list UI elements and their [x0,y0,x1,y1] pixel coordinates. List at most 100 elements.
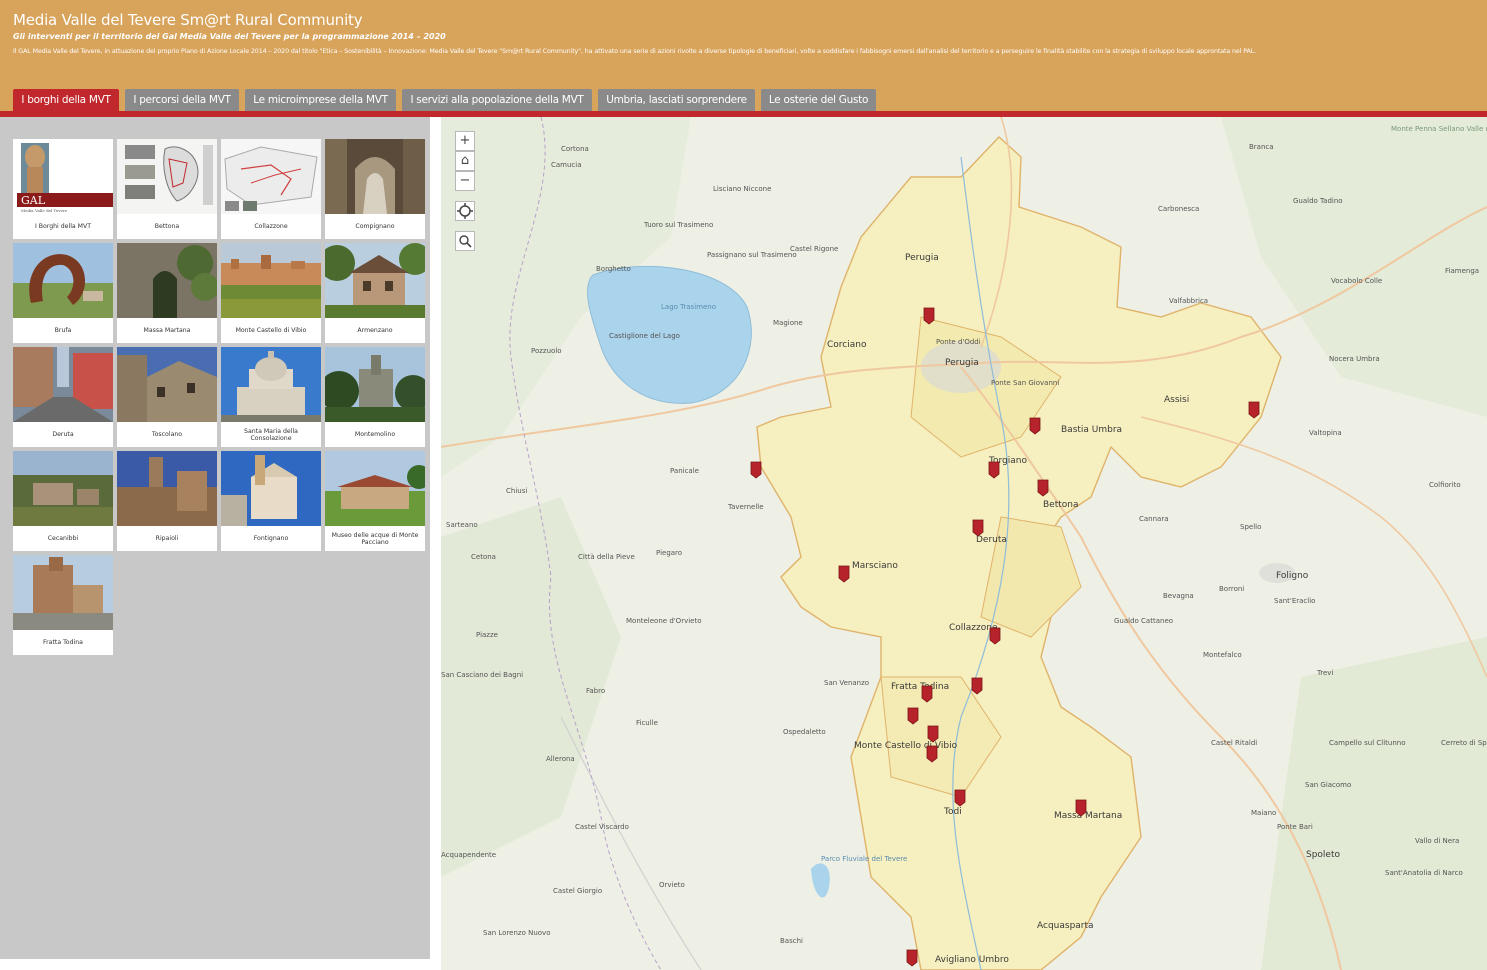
map-label: Bastia Umbra [1061,425,1123,435]
search-icon [459,235,472,248]
map-marker-icon[interactable] [926,745,938,763]
map-label: Sant'Anatolia di Narco [1385,869,1463,877]
map-label: Assisi [1164,395,1190,405]
map-label: Cetona [471,553,496,561]
map-marker-icon[interactable] [971,677,983,695]
gallery-thumb [13,347,113,422]
gallery-card[interactable]: Bettona [117,139,217,239]
map-marker-icon[interactable] [1029,417,1041,435]
map-label: Borghetto [596,265,631,273]
map-marker-icon[interactable] [927,725,939,743]
map-label: Fabro [586,687,606,695]
tab-osterie[interactable]: Le osterie del Gusto [761,89,876,111]
map-label: Borroni [1219,585,1245,593]
gallery-thumb [117,347,217,422]
gallery-card[interactable]: Montemolino [325,347,425,447]
locate-button[interactable] [455,201,475,221]
map-label: Gualdo Tadino [1293,197,1343,205]
map-label: Passignano sul Trasimeno [707,251,797,259]
gallery-card[interactable]: Cecanibbi [13,451,113,551]
map-marker-icon[interactable] [906,949,918,967]
map-marker-icon[interactable] [923,307,935,325]
map-label: San Venanzo [824,679,870,687]
map-label: Sant'Eraclio [1274,597,1316,605]
gallery-card[interactable]: Fontignano [221,451,321,551]
map-view[interactable]: + ⌂ − Perugia Perugia Corciano Assisi Ba… [441,117,1487,970]
gallery-caption: Monte Castello di Vibio [235,327,307,334]
map-marker-icon[interactable] [907,707,919,725]
tab-servizi[interactable]: I servizi alla popolazione della MVT [402,89,592,111]
map-label: Perugia [945,358,979,368]
gallery-caption: Massa Martana [143,327,191,334]
search-button[interactable] [455,231,475,251]
map-label: Cortona [561,145,589,153]
gallery-card[interactable]: Toscolano [117,347,217,447]
gallery-caption: Deruta [52,431,74,438]
gallery-card[interactable]: Massa Martana [117,243,217,343]
map-label: Fiamenga [1445,267,1480,275]
map-label: Tavernelle [728,503,764,511]
tab-percorsi[interactable]: I percorsi della MVT [125,89,239,111]
gallery-card[interactable]: Ripaioli [117,451,217,551]
map-label: Ospedaletto [783,728,826,736]
tab-umbria[interactable]: Umbria, lasciati sorprendere [598,89,755,111]
map-label: Chiusi [506,487,528,495]
gallery-thumb [117,243,217,318]
gallery-card[interactable]: Collazzone [221,139,321,239]
map-label: Vocabolo Colle [1331,277,1383,285]
gallery-card[interactable]: Fratta Todina [13,555,113,655]
map-label: Pozzuolo [531,347,562,355]
tab-bar: I borghi della MVT I percorsi della MVT … [0,89,1487,112]
map-label: Bettona [1043,500,1079,510]
map-label: Cerreto di Spoleto [1441,739,1487,747]
map-marker-icon[interactable] [1075,799,1087,817]
map-label: Lago Trasimeno [661,303,716,311]
map-marker-icon[interactable] [988,461,1000,479]
map-marker-icon[interactable] [921,685,933,703]
gallery-card[interactable]: Santa Maria della Consolazione [221,347,321,447]
map-label: Gualdo Cattaneo [1114,617,1174,625]
home-button[interactable]: ⌂ [455,151,475,171]
gal-logo-image: GAL Media Valle del Tevere [17,143,113,213]
map-label: Spello [1240,523,1262,531]
gallery-card[interactable]: Museo delle acque di Monte Pacciano [325,451,425,551]
map-marker-icon[interactable] [838,565,850,583]
map-canvas[interactable] [441,117,1487,970]
zoom-out-button[interactable]: − [455,171,475,191]
map-label: Avigliano Umbro [935,955,1009,965]
gallery-card[interactable]: Deruta [13,347,113,447]
gallery-card[interactable]: Compignano [325,139,425,239]
map-marker-icon[interactable] [1248,401,1260,419]
map-label: Castel Rigone [790,245,839,253]
map-label: Spoleto [1306,850,1341,860]
map-label: Monteleone d'Orvieto [626,617,702,625]
zoom-in-button[interactable]: + [455,131,475,151]
gallery-caption: Montemolino [354,431,396,438]
map-label: Foligno [1276,571,1309,581]
map-label: Baschi [780,937,803,945]
gallery-caption: Toscolano [151,431,183,438]
tab-microimprese[interactable]: Le microimprese della MVT [245,89,396,111]
map-marker-icon[interactable] [989,627,1001,645]
gallery-thumb [221,139,321,214]
gallery-card[interactable]: GAL Media Valle del Tevere I Borghi dell… [13,139,113,239]
map-marker-icon[interactable] [972,519,984,537]
gallery-card[interactable]: Armenzano [325,243,425,343]
map-label: Corciano [827,340,867,350]
gallery-card[interactable]: Brufa [13,243,113,343]
map-label: Colfiorito [1429,481,1461,489]
map-label: San Casciano dei Bagni [441,671,524,679]
map-label: Ponte Bari [1277,823,1313,831]
gallery-card[interactable]: Monte Castello di Vibio [221,243,321,343]
gallery-thumb [325,139,425,214]
map-label: Marsciano [852,561,898,571]
map-label: Ponte San Giovanni [991,379,1060,387]
map-label: Montefalco [1203,651,1242,659]
map-label: Sarteano [446,521,478,529]
map-marker-icon[interactable] [954,789,966,807]
map-marker-icon[interactable] [1037,479,1049,497]
map-label: Panicale [670,467,699,475]
map-label: Tuoro sul Trasimeno [644,221,714,229]
tab-borghi[interactable]: I borghi della MVT [13,89,119,111]
map-marker-icon[interactable] [750,461,762,479]
